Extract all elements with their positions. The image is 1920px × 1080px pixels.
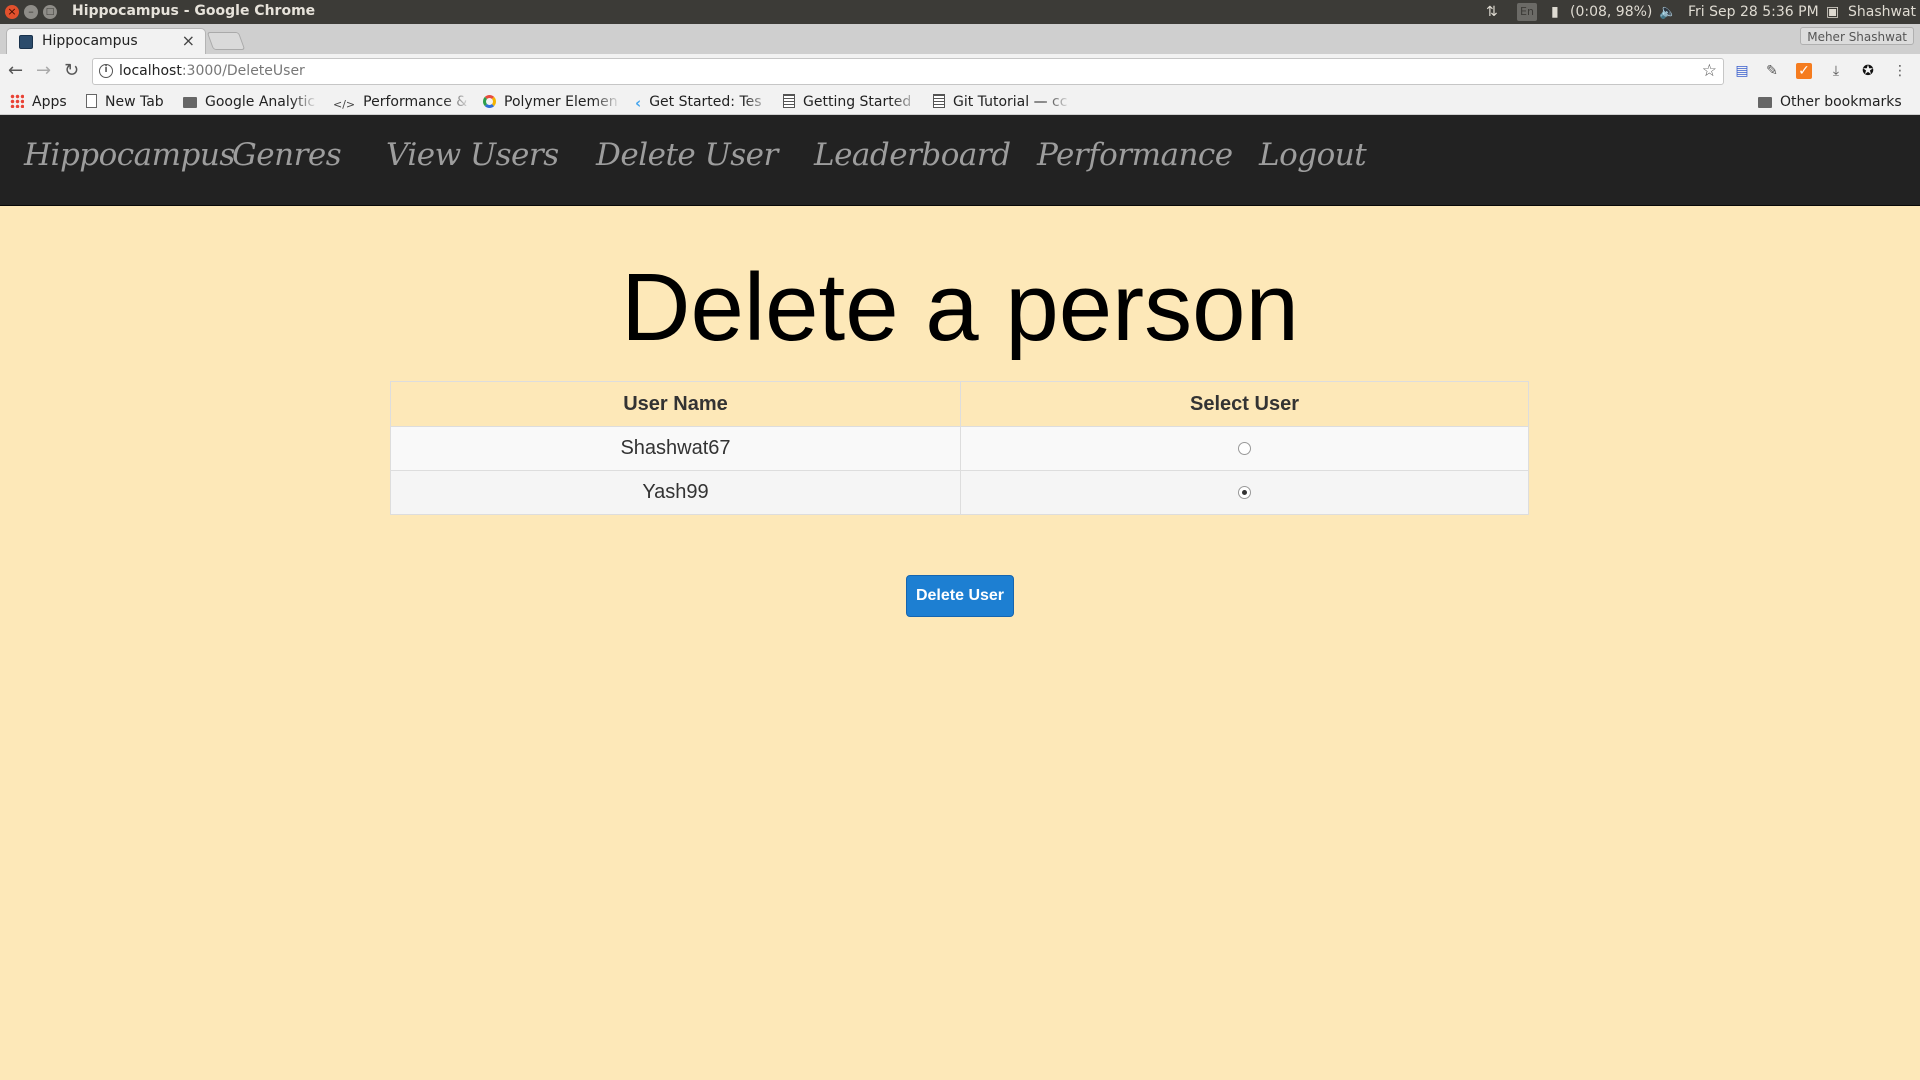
table-row: Shashwat67: [390, 426, 1529, 471]
url-host: localhost: [119, 63, 182, 79]
bookmark-label: Get Started: Tes: [649, 94, 762, 110]
tab-favicon-icon: [19, 35, 33, 49]
window-title: Hippocampus - Google Chrome: [72, 3, 316, 19]
tab-close-icon[interactable]: ×: [182, 31, 195, 50]
table-row: Yash99: [390, 470, 1529, 515]
extension-5-icon[interactable]: ✪: [1860, 63, 1876, 79]
extension-2-icon[interactable]: ✎: [1764, 63, 1780, 79]
site-info-icon[interactable]: i: [99, 64, 113, 78]
nav-view-users[interactable]: View Users: [386, 137, 559, 173]
browser-toolbar: ← → ↻ i localhost:3000/DeleteUser ☆ ▤ ✎ …: [0, 54, 1920, 88]
keyboard-language[interactable]: En: [1517, 3, 1537, 21]
other-bookmarks[interactable]: Other bookmarks: [1758, 92, 1902, 112]
minimize-window-icon[interactable]: –: [24, 5, 38, 19]
bookmark-label: Getting Started: [803, 94, 912, 110]
bookmark-polymer-elements[interactable]: Polymer Elemen: [483, 92, 621, 112]
column-header-user-name: User Name: [390, 381, 961, 427]
doc-icon: [933, 94, 945, 108]
address-bar[interactable]: i localhost:3000/DeleteUser ☆: [92, 58, 1724, 85]
nav-leaderboard[interactable]: Leaderboard: [814, 137, 1011, 173]
chrome-menu-icon[interactable]: ⋮: [1892, 63, 1908, 79]
network-icon[interactable]: ⇅: [1486, 0, 1498, 24]
download-extension-icon[interactable]: ⤓: [1828, 63, 1844, 79]
user-name-cell: Yash99: [390, 470, 961, 515]
page-title: Delete a person: [621, 254, 1299, 361]
volume-icon[interactable]: 🔈: [1659, 0, 1676, 24]
users-table: User Name Select User Shashwat67 Yash99: [390, 381, 1529, 515]
nav-logout[interactable]: Logout: [1259, 137, 1367, 173]
page-icon: [86, 94, 97, 108]
profile-button[interactable]: Meher Shashwat: [1800, 27, 1914, 45]
polymer-icon: [483, 95, 496, 108]
bookmark-star-icon[interactable]: ☆: [1702, 61, 1717, 81]
select-user-radio[interactable]: [1238, 486, 1251, 500]
new-tab-button[interactable]: [206, 32, 246, 50]
app-navbar: Hippocampus Genres View Users Delete Use…: [0, 115, 1920, 206]
extension-3-icon[interactable]: ✓: [1796, 63, 1812, 79]
maximize-window-icon[interactable]: □: [43, 5, 57, 19]
battery-icon[interactable]: ▮: [1551, 0, 1559, 24]
bookmark-apps[interactable]: Apps: [10, 92, 67, 112]
forward-icon[interactable]: →: [36, 61, 51, 81]
user-name-cell: Shashwat67: [390, 426, 961, 471]
doc-icon: [783, 94, 795, 108]
bookmark-google-analytics[interactable]: Google Analytic: [183, 92, 318, 112]
code-icon: </>: [333, 98, 356, 111]
nav-delete-user[interactable]: Delete User: [596, 137, 778, 173]
column-header-select-user: Select User: [960, 381, 1529, 427]
apps-icon: [10, 94, 24, 108]
other-bookmarks-label: Other bookmarks: [1780, 94, 1902, 110]
bookmark-label: Polymer Elemen: [504, 94, 618, 110]
tab-strip: Hippocampus × Meher Shashwat: [0, 24, 1920, 54]
user-menu-name[interactable]: Shashwat: [1848, 0, 1916, 24]
window-title-bar: × – □ Hippocampus - Google Chrome ⇅ En ▮…: [0, 0, 1920, 24]
folder-icon: [1758, 97, 1772, 108]
table-header-row: User Name Select User: [390, 381, 1529, 427]
user-menu-icon[interactable]: ▣: [1826, 0, 1839, 24]
bookmark-label: Google Analytic: [205, 94, 316, 110]
close-window-icon[interactable]: ×: [5, 5, 19, 19]
url-path: :3000/DeleteUser: [181, 63, 305, 79]
bookmark-label: Performance &: [363, 94, 468, 110]
bookmark-label: Git Tutorial — cc: [953, 94, 1068, 110]
folder-icon: [183, 97, 197, 108]
bookmark-label: New Tab: [105, 94, 164, 110]
nav-performance[interactable]: Performance: [1037, 137, 1233, 173]
nav-genres[interactable]: Genres: [232, 137, 342, 173]
reload-icon[interactable]: ↻: [64, 61, 79, 81]
battery-status[interactable]: (0:08, 98%): [1570, 0, 1652, 24]
nav-brand[interactable]: Hippocampus: [24, 137, 235, 173]
bookmarks-bar: Apps New Tab Google Analytic </> Performa…: [0, 88, 1920, 115]
bookmark-label: Apps: [32, 94, 67, 110]
address-url: localhost:3000/DeleteUser: [119, 63, 305, 79]
select-user-cell: [960, 426, 1529, 471]
back-icon[interactable]: ←: [8, 61, 23, 81]
delete-user-button[interactable]: Delete User: [906, 575, 1014, 617]
browser-window: × – □ Hippocampus - Google Chrome ⇅ En ▮…: [0, 0, 1920, 1080]
extension-1-icon[interactable]: ▤: [1734, 63, 1750, 79]
bookmark-getting-started[interactable]: Getting Started: [783, 92, 919, 112]
select-user-cell: [960, 470, 1529, 515]
flutter-icon: ‹: [635, 94, 642, 112]
tab-title: Hippocampus: [42, 33, 138, 49]
bookmark-performance[interactable]: </> Performance &: [333, 92, 471, 112]
bookmark-git-tutorial[interactable]: Git Tutorial — cc: [933, 92, 1071, 112]
select-user-radio[interactable]: [1238, 442, 1251, 456]
bookmark-get-started[interactable]: ‹ Get Started: Tes: [635, 92, 771, 112]
clock[interactable]: Fri Sep 28 5:36 PM: [1688, 0, 1819, 24]
tab-hippocampus[interactable]: Hippocampus ×: [6, 28, 206, 54]
bookmark-new-tab[interactable]: New Tab: [86, 92, 164, 112]
